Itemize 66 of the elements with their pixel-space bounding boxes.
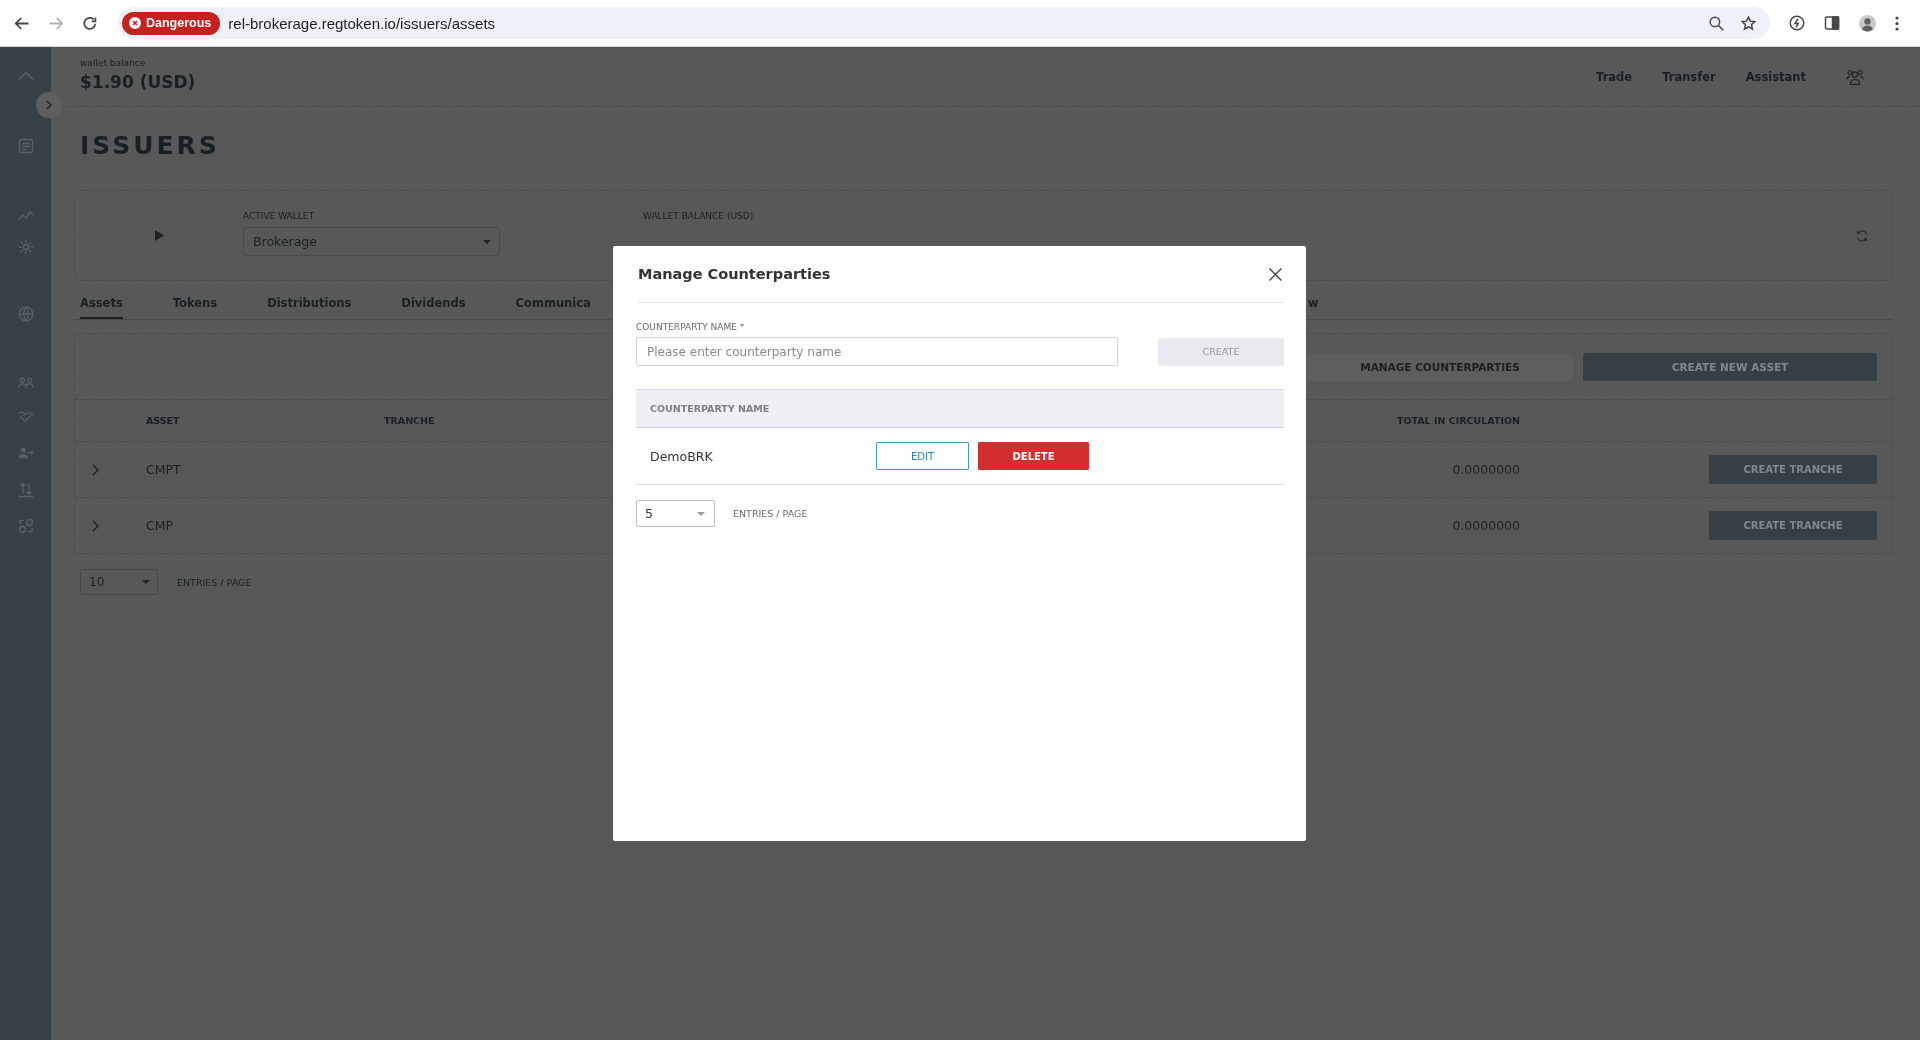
security-chip[interactable]: Dangerous bbox=[122, 11, 221, 35]
tab[interactable]: Distributions bbox=[267, 281, 352, 319]
edit-button[interactable]: EDIT bbox=[876, 442, 969, 470]
modal-title: Manage Counterparties bbox=[638, 266, 831, 282]
chevron-right-icon bbox=[46, 100, 52, 110]
column-header: COUNTERPARTY NAME bbox=[650, 403, 770, 414]
create-asset-button[interactable]: CREATE NEW ASSET bbox=[1583, 353, 1877, 381]
column-header: ASSET bbox=[146, 415, 181, 426]
star-icon[interactable] bbox=[1741, 15, 1756, 31]
exchange-icon[interactable] bbox=[17, 518, 34, 534]
column-header: TOTAL IN CIRCULATION bbox=[1395, 415, 1520, 426]
create-tranche-button[interactable]: CREATE TRANCHE bbox=[1709, 511, 1877, 540]
handshake-icon[interactable] bbox=[17, 408, 34, 424]
field-label: COUNTERPARTY NAME * bbox=[636, 322, 746, 333]
caret-icon bbox=[483, 239, 491, 244]
tab[interactable]: w bbox=[1308, 281, 1319, 319]
side-panel-icon[interactable] bbox=[1824, 15, 1840, 31]
wallet-select[interactable]: Brokerage bbox=[243, 227, 500, 256]
tab[interactable]: Communica bbox=[515, 281, 591, 319]
user-group-icon[interactable] bbox=[1846, 68, 1864, 85]
tab[interactable]: Dividends bbox=[401, 281, 466, 319]
page-size-select[interactable]: 5 bbox=[636, 500, 715, 527]
caret-icon bbox=[697, 511, 705, 516]
counterparty-name-field[interactable]: Please enter counterparty name bbox=[636, 337, 1118, 366]
refresh-icon[interactable] bbox=[1855, 228, 1869, 243]
address-bar[interactable]: Dangerous rel-brokerage.regtoken.io/issuers/assets bbox=[118, 7, 1770, 39]
delete-button[interactable]: DELETE bbox=[978, 442, 1089, 470]
url-text: rel-brokerage.regtoken.io/issuers/assets bbox=[228, 14, 496, 32]
avatar-icon[interactable] bbox=[1859, 14, 1876, 32]
gear-icon[interactable] bbox=[17, 239, 34, 255]
create-tranche-button[interactable]: CREATE TRANCHE bbox=[1709, 455, 1877, 484]
tab[interactable]: Tokens bbox=[172, 281, 218, 319]
nav-link[interactable]: Transfer bbox=[1662, 69, 1716, 84]
chevron-right-icon[interactable] bbox=[92, 463, 99, 476]
caret-icon bbox=[142, 580, 150, 584]
table-cell-text: CMPT bbox=[146, 462, 182, 477]
tab[interactable]: Assets bbox=[80, 281, 123, 319]
document-icon[interactable] bbox=[17, 138, 34, 154]
error-circle-icon bbox=[129, 17, 141, 29]
table-cell-text: DemoBRK bbox=[649, 448, 714, 464]
bolt-circle-icon[interactable] bbox=[1789, 15, 1805, 31]
page-size-select[interactable]: 10 bbox=[80, 569, 158, 595]
balance-value: $1.90 (USD) bbox=[80, 71, 196, 93]
close-icon[interactable] bbox=[1269, 267, 1282, 281]
table-cell-text: 0.0000000 bbox=[1451, 462, 1520, 477]
reload-icon[interactable] bbox=[83, 16, 97, 30]
menu-icon[interactable] bbox=[1895, 15, 1899, 31]
page-title: ISSUERS bbox=[80, 131, 221, 161]
entries-per-page-label: ENTRIES / PAGE bbox=[733, 508, 808, 519]
nav-link[interactable]: Trade bbox=[1596, 69, 1633, 84]
field-label: ACTIVE WALLET bbox=[243, 211, 315, 222]
column-header: TRANCHE bbox=[384, 415, 436, 426]
play-icon[interactable] bbox=[155, 230, 164, 241]
table-cell-text: 0.0000000 bbox=[1451, 518, 1520, 533]
nav-link[interactable]: Assistant bbox=[1745, 69, 1806, 84]
sidebar-toggle-button[interactable] bbox=[36, 92, 62, 118]
table-cell-text: CMP bbox=[146, 518, 175, 533]
entries-per-page-label: ENTRIES / PAGE bbox=[177, 576, 252, 588]
arrows-up-down-icon[interactable] bbox=[17, 482, 34, 498]
chevron-right-icon[interactable] bbox=[92, 519, 99, 532]
magnifier-icon[interactable] bbox=[1709, 15, 1724, 31]
globe-icon[interactable] bbox=[17, 306, 34, 322]
user-arrow-icon[interactable] bbox=[17, 445, 34, 461]
field-label: WALLET BALANCE (USD) bbox=[643, 211, 755, 222]
back-arrow-icon[interactable] bbox=[15, 16, 29, 30]
people-icon[interactable] bbox=[17, 375, 34, 391]
